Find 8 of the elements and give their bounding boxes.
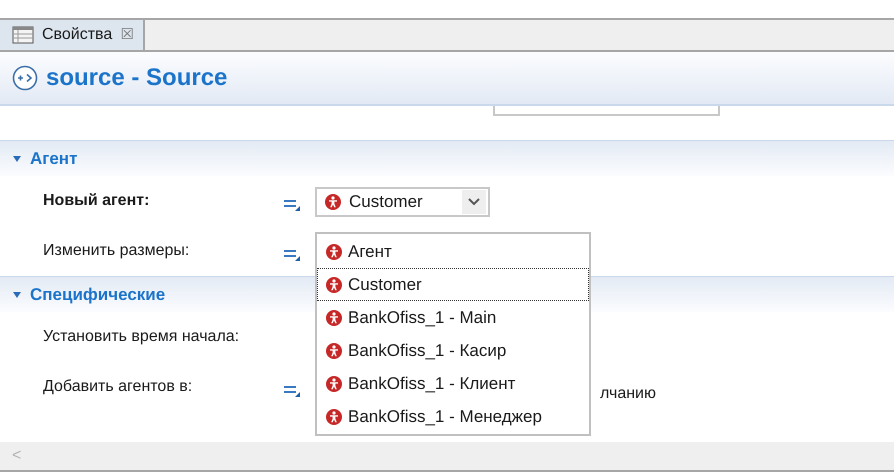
section-title: Специфические	[30, 284, 166, 306]
section-title: Агент	[30, 148, 78, 170]
radio-label: лчанию	[600, 384, 656, 404]
field-label: Добавить агентов в:	[43, 377, 194, 397]
field-label: Новый агент:	[43, 191, 150, 211]
field-label: Изменить размеры:	[43, 241, 190, 261]
header-title: source - Source	[46, 63, 228, 93]
field-label: Установить время начала:	[43, 327, 240, 347]
